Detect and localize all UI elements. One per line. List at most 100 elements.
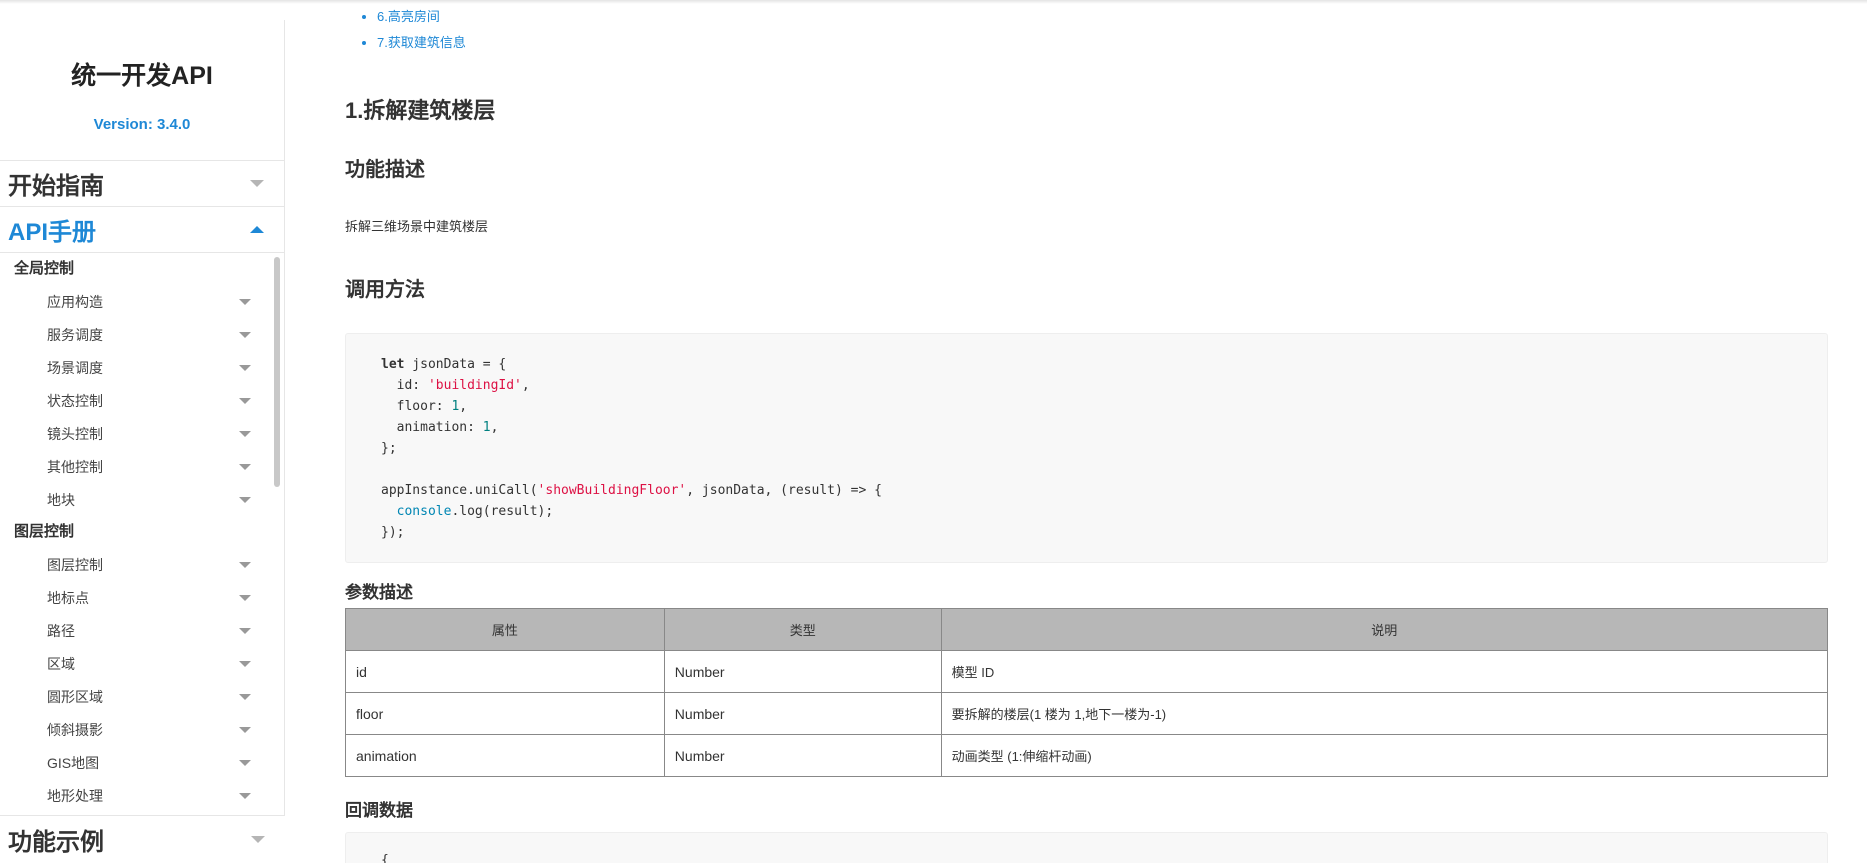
sidebar-item-land-parcel[interactable]: 地块: [0, 483, 284, 516]
toc-link-building-info[interactable]: 7.获取建筑信息: [377, 35, 466, 50]
section-title: 1.拆解建筑楼层: [345, 98, 496, 123]
table-cell: floor: [345, 692, 665, 735]
code-text: ,: [521, 378, 530, 393]
code-line: };: [381, 438, 1792, 459]
chevron-down-icon: [239, 660, 251, 667]
code-line: floor: 1,: [381, 396, 1792, 417]
column-header-type: 类型: [663, 608, 942, 651]
chevron-down-icon: [239, 594, 251, 601]
submenu-scrollbar[interactable]: [274, 257, 280, 487]
sidebar-item-terrain[interactable]: 地形处理: [0, 779, 284, 812]
code-text: jsonData = {: [404, 357, 507, 372]
func-desc-heading: 功能描述: [345, 159, 425, 181]
callback-heading: 回调数据: [345, 801, 413, 820]
code-line: console.log(result);: [381, 501, 1792, 522]
chevron-down-icon: [239, 364, 251, 371]
sidebar: 统一开发API Version: 3.4.0 开始指南 API手册 全局控制 应…: [0, 20, 285, 863]
code-text: floor:: [381, 399, 452, 414]
sidebar-item-gis-map[interactable]: GIS地图: [0, 746, 284, 779]
chevron-down-icon: [239, 759, 251, 766]
section-api-manual[interactable]: API手册: [0, 206, 284, 252]
table-cell: Number: [663, 692, 942, 735]
brand: 统一开发API Version: 3.4.0: [0, 20, 284, 160]
code-block: let jsonData = { id: 'buildingId', floor…: [345, 333, 1828, 563]
sidebar-item-path[interactable]: 路径: [0, 614, 284, 647]
column-header-description: 说明: [940, 608, 1829, 651]
section-start-guide[interactable]: 开始指南: [0, 160, 284, 206]
sidebar-item-label: 地标点: [47, 589, 89, 606]
code-text: animation:: [381, 420, 483, 435]
api-submenu: 全局控制 应用构造 服务调度 场景调度 状态控制 镜头控制 其他控制 地块 图层…: [0, 252, 284, 816]
sidebar-item-other-control[interactable]: 其他控制: [0, 450, 284, 483]
sidebar-item-app-construct[interactable]: 应用构造: [0, 285, 284, 318]
sidebar-item-state-control[interactable]: 状态控制: [0, 384, 284, 417]
group-title-global: 全局控制: [14, 260, 75, 277]
code-text: appInstance.uniCall(: [381, 483, 538, 498]
sidebar-item-label: 圆形区域: [47, 688, 103, 705]
column-header-attribute: 属性: [345, 608, 665, 651]
chevron-down-icon: [239, 561, 251, 568]
chevron-down-icon: [251, 836, 265, 843]
table-cell: id: [345, 650, 665, 693]
chevron-down-icon: [239, 726, 251, 733]
chevron-down-icon: [250, 180, 264, 187]
sidebar-item-oblique-photo[interactable]: 倾斜摄影: [0, 713, 284, 746]
sidebar-item-label: 倾斜摄影: [47, 721, 103, 738]
table-row: animation Number 动画类型 (1:伸缩杆动画): [345, 734, 1829, 777]
chevron-down-icon: [239, 397, 251, 404]
chevron-down-icon: [239, 792, 251, 799]
chevron-down-icon: [239, 693, 251, 700]
call-method-heading: 调用方法: [345, 279, 425, 301]
chevron-down-icon: [239, 331, 251, 338]
table-cell: 模型 ID: [940, 650, 1829, 693]
code-builtin: console: [396, 504, 452, 519]
code-line: animation: 1,: [381, 417, 1792, 438]
code-line: let jsonData = {: [381, 354, 1792, 375]
func-desc-text: 拆解三维场景中建筑楼层: [345, 219, 489, 234]
table-header-row: 属性 类型 说明: [345, 608, 1829, 651]
toc-link-highlight-room[interactable]: 6.高亮房间: [377, 9, 440, 24]
sidebar-item-camera-control[interactable]: 镜头控制: [0, 417, 284, 450]
sidebar-item-label: 镜头控制: [47, 425, 103, 442]
sidebar-item-label: GIS地图: [47, 754, 100, 771]
params-heading: 参数描述: [345, 583, 413, 602]
table-cell: Number: [663, 734, 942, 777]
callback-code-block: {: [345, 832, 1828, 863]
sidebar-item-label: 路径: [47, 622, 75, 639]
group-title-layer: 图层控制: [14, 523, 75, 540]
sidebar-item-label: 图层控制: [47, 556, 103, 573]
chevron-down-icon: [239, 627, 251, 634]
sidebar-item-label: 其他控制: [47, 458, 103, 475]
sidebar-item-label: 状态控制: [47, 392, 103, 409]
app-title: 统一开发API: [71, 62, 213, 90]
code-text: {: [381, 853, 389, 863]
main-content: 6.高亮房间 7.获取建筑信息 1.拆解建筑楼层 功能描述 拆解三维场景中建筑楼…: [345, 0, 1829, 863]
table-cell: 动画类型 (1:伸缩杆动画): [940, 734, 1829, 777]
section-label: API手册: [8, 219, 97, 246]
sidebar-item-label: 区域: [47, 655, 75, 672]
sidebar-item-circle-region[interactable]: 圆形区域: [0, 680, 284, 713]
code-line: });: [381, 522, 1792, 543]
sidebar-item-label: 应用构造: [47, 293, 103, 310]
code-text: });: [381, 525, 405, 540]
section-label: 开始指南: [8, 173, 104, 200]
version-label: Version: 3.4.0: [93, 116, 191, 133]
code-text: };: [381, 441, 397, 456]
sidebar-item-label: 场景调度: [47, 359, 103, 376]
sidebar-item-layer-control[interactable]: 图层控制: [0, 548, 284, 581]
chevron-down-icon: [239, 430, 251, 437]
sidebar-item-region[interactable]: 区域: [0, 647, 284, 680]
table-cell: animation: [345, 734, 665, 777]
sidebar-item-label: 地形处理: [47, 787, 103, 804]
section-examples[interactable]: 功能示例: [0, 815, 285, 863]
toc-item: 7.获取建筑信息: [377, 31, 466, 57]
table-row: floor Number 要拆解的楼层(1 楼为 1,地下一楼为-1): [345, 692, 1829, 735]
sidebar-item-scene-dispatch[interactable]: 场景调度: [0, 351, 284, 384]
code-keyword: let: [381, 357, 405, 372]
sidebar-item-service-dispatch[interactable]: 服务调度: [0, 318, 284, 351]
section-label: 功能示例: [8, 829, 104, 856]
code-text: ,: [459, 399, 468, 414]
table-cell: 要拆解的楼层(1 楼为 1,地下一楼为-1): [940, 692, 1829, 735]
sidebar-item-landmark[interactable]: 地标点: [0, 581, 284, 614]
